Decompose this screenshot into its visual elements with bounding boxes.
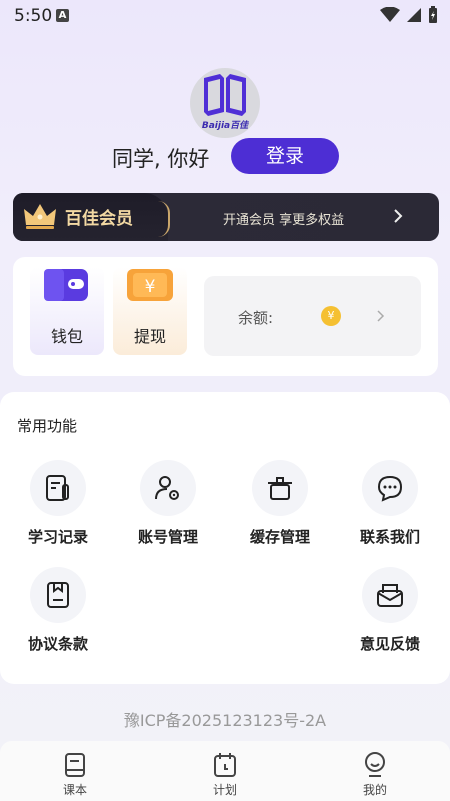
nav-item-mine[interactable]: 我的 [345, 747, 405, 797]
wifi-icon [380, 7, 400, 22]
study-record-icon [30, 460, 86, 516]
crown-icon [24, 204, 56, 229]
nav-label-plan: 计划 [212, 783, 237, 797]
study-record-button[interactable]: 学习记录 [8, 460, 108, 550]
cache-trash-icon [252, 460, 308, 516]
balance-label: 余额: [238, 309, 274, 327]
functions-title: 常用功能 [17, 417, 78, 435]
functions-card: 常用功能 学习记录 账号管理 缓存管理 联系我们 协议条款 意见反馈 [0, 392, 450, 684]
chevron-right-icon [394, 209, 403, 223]
baijia-logo-icon: Baijia百佳 [202, 74, 249, 131]
cache-manage-label: 缓存管理 [249, 528, 310, 546]
account-settings-icon [140, 460, 196, 516]
profile-icon [365, 752, 385, 777]
wallet-label: 钱包 [50, 327, 83, 346]
status-time: 5:50 [14, 6, 53, 26]
feedback-label: 意见反馈 [359, 635, 420, 653]
wallet-tile[interactable]: 钱包 [30, 267, 104, 355]
balance-box[interactable]: 余额: ¥ [204, 276, 421, 356]
calendar-icon [214, 753, 236, 777]
vip-title: 百佳会员 [65, 209, 133, 229]
bottom-nav: 课本 计划 我的 [0, 741, 450, 801]
nav-label-textbook: 课本 [62, 783, 87, 797]
coin-icon: ¥ [321, 306, 341, 326]
avatar[interactable]: Baijia百佳 [190, 68, 260, 138]
study-record-label: 学习记录 [27, 528, 88, 546]
chat-bubble-icon [362, 460, 418, 516]
withdraw-icon: ¥ [127, 269, 173, 301]
icp-text: 豫ICP备2025123123号-2A [123, 711, 327, 730]
nav-item-textbook[interactable]: 课本 [45, 747, 105, 797]
feedback-button[interactable]: 意见反馈 [340, 567, 440, 657]
nav-item-plan[interactable]: 计划 [195, 747, 255, 797]
nav-label-mine: 我的 [362, 783, 387, 797]
battery-icon [429, 6, 437, 23]
signal-icon [407, 8, 421, 22]
greeting-text: 同学, 你好 [112, 147, 210, 171]
vip-badge: 百佳会员 [13, 193, 170, 241]
status-icons [380, 6, 438, 24]
notification-icon: A [56, 9, 69, 22]
login-button[interactable]: 登录 [231, 138, 339, 174]
agreement-button[interactable]: 协议条款 [8, 567, 108, 657]
cache-manage-button[interactable]: 缓存管理 [230, 460, 330, 550]
document-icon [30, 567, 86, 623]
book-icon [65, 753, 85, 777]
withdraw-tile[interactable]: ¥ 提现 [113, 267, 187, 355]
svg-text:¥: ¥ [145, 277, 156, 297]
account-settings-button[interactable]: 账号管理 [118, 460, 218, 550]
withdraw-label: 提现 [133, 327, 166, 346]
wallet-card: 钱包 ¥ 提现 余额: ¥ [13, 257, 438, 376]
chevron-right-icon [377, 310, 385, 322]
wallet-icon [44, 269, 88, 301]
status-bar: 5:50 A [0, 0, 450, 32]
logo-text: Baijia百佳 [202, 120, 249, 131]
account-settings-label: 账号管理 [137, 528, 198, 546]
vip-banner[interactable]: 百佳会员 开通会员 享更多权益 [13, 193, 439, 241]
agreement-label: 协议条款 [27, 635, 88, 653]
contact-us-button[interactable]: 联系我们 [340, 460, 440, 550]
contact-us-label: 联系我们 [359, 528, 420, 546]
vip-subtitle: 开通会员 享更多权益 [223, 213, 345, 228]
mail-icon [362, 567, 418, 623]
